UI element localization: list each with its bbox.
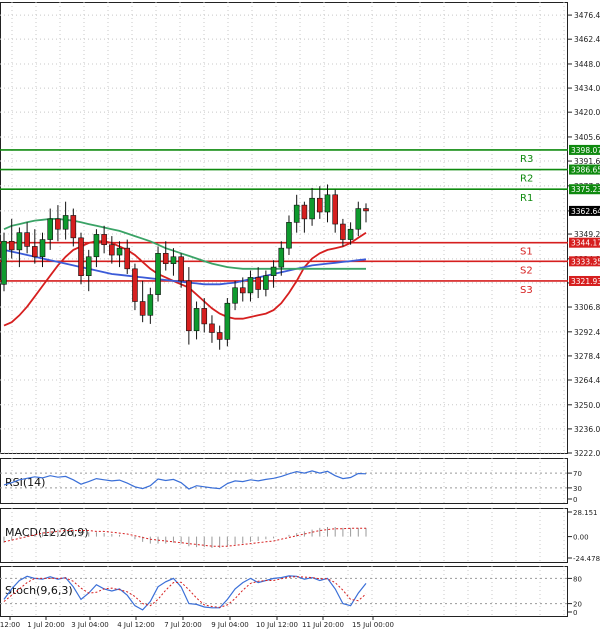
time-tick-label: 11 Jul 20:00 bbox=[302, 621, 344, 629]
candle-bear bbox=[8, 240, 15, 251]
candle-bull bbox=[309, 197, 315, 220]
candle-bear bbox=[78, 237, 84, 276]
price-tick-label: 3448.00 bbox=[574, 60, 600, 69]
level-label-s3: S3 bbox=[520, 285, 533, 296]
candle-bull bbox=[93, 234, 100, 258]
candle-bear bbox=[186, 280, 192, 332]
indicator-tick-label: -24.478 bbox=[573, 555, 600, 563]
price-tick-label: 3476.40 bbox=[574, 11, 600, 20]
candle-bear bbox=[216, 332, 223, 340]
chart-svg: R3R2R1S1S2S3 RSI(14)MACD(12,26,9)Stoch(9… bbox=[0, 0, 600, 632]
candle-bull bbox=[324, 194, 331, 213]
time-tick-label: 4 Jul 12:00 bbox=[117, 621, 155, 629]
candle-bear bbox=[124, 247, 131, 270]
candle-bull bbox=[355, 208, 362, 230]
candle-bear bbox=[139, 301, 146, 316]
time-tick-label: 12:00 bbox=[0, 621, 20, 629]
candle-bear bbox=[101, 234, 107, 246]
candle-bull bbox=[270, 266, 277, 276]
candle-bull bbox=[232, 287, 238, 304]
level-label-r2: R2 bbox=[520, 174, 533, 185]
candle-bull bbox=[286, 222, 292, 249]
candle-bull bbox=[293, 204, 300, 223]
level-tag-text: 3321.93 bbox=[571, 277, 600, 286]
indicator-tick-label: 80 bbox=[573, 575, 582, 583]
level-label-s2: S2 bbox=[520, 265, 533, 276]
candle-bear bbox=[316, 197, 323, 213]
candle-bull bbox=[193, 308, 200, 332]
candle-bull bbox=[39, 239, 46, 258]
level-tag-text: 3386.65 bbox=[571, 166, 600, 175]
time-tick-label: 7 Jul 20:00 bbox=[164, 621, 202, 629]
candle-bear bbox=[363, 208, 369, 212]
candle-bull bbox=[247, 277, 254, 294]
candle-bear bbox=[255, 277, 261, 290]
candle-bear bbox=[209, 323, 215, 333]
candle-bear bbox=[32, 246, 38, 258]
candle-bull bbox=[85, 256, 92, 276]
candle-bear bbox=[132, 268, 138, 302]
candle-bull bbox=[224, 302, 231, 340]
level-tag-text: 3375.23 bbox=[571, 185, 600, 194]
price-tick-label: 3292.40 bbox=[574, 328, 600, 337]
price-tick-label: 3222.00 bbox=[574, 449, 600, 458]
candle-bear bbox=[162, 253, 169, 264]
candle-bear bbox=[340, 223, 346, 240]
price-tick-label: 3349.20 bbox=[574, 230, 600, 239]
level-label-s1: S1 bbox=[520, 247, 533, 258]
level-label-r1: R1 bbox=[520, 193, 533, 204]
forex-chart: R3 R2 R1 S1 S2 S3 RSI(14) MACD(12,26,9) Stoch(9… bbox=[0, 0, 600, 632]
time-tick-label: 10 Jul 12:00 bbox=[256, 621, 298, 629]
time-tick-label: 15 Jul 00:00 bbox=[352, 621, 394, 629]
level-label-r3: R3 bbox=[520, 154, 533, 165]
current-price-text: 3362.64 bbox=[571, 207, 600, 216]
indicator-tick-label: 0 bbox=[573, 609, 577, 617]
indicator-tick-label: 0.00 bbox=[573, 534, 589, 542]
level-tag-text: 3398.07 bbox=[571, 146, 600, 155]
time-tick-label: 9 Jul 04:00 bbox=[211, 621, 249, 629]
indicator-tick-label: 20 bbox=[573, 601, 582, 609]
price-tick-label: 3278.40 bbox=[574, 352, 600, 361]
level-tag-text: 3344.17 bbox=[571, 239, 600, 248]
candle-bear bbox=[201, 308, 208, 325]
indicator-tick-label: 70 bbox=[573, 470, 582, 478]
candle-bear bbox=[109, 244, 115, 256]
time-tick-label: 1 Jul 20:00 bbox=[27, 621, 65, 629]
candle-bull bbox=[170, 256, 177, 264]
time-tick-label: 3 Jul 04:00 bbox=[71, 621, 109, 629]
price-tick-label: 3420.00 bbox=[574, 108, 600, 117]
candle-bear bbox=[332, 194, 338, 225]
price-tick-label: 3306.80 bbox=[574, 303, 600, 312]
candle-bear bbox=[239, 287, 246, 294]
candle-bear bbox=[70, 215, 77, 239]
price-tick-label: 3250.00 bbox=[574, 401, 600, 410]
candle-bear bbox=[301, 204, 308, 220]
candle-bull bbox=[278, 247, 285, 268]
level-tag-text: 3333.35 bbox=[571, 257, 600, 266]
candle-bear bbox=[178, 256, 184, 282]
price-tick-label: 3462.40 bbox=[574, 35, 600, 44]
candle-bull bbox=[16, 232, 23, 251]
indicator-tick-label: 28.151 bbox=[573, 509, 598, 517]
price-tags: 3398.07 3386.65 3375.23 3344.17 3333.35 3321.… bbox=[569, 144, 600, 286]
candle-bull bbox=[62, 215, 69, 230]
candle-bear bbox=[24, 232, 30, 247]
candle-bull bbox=[116, 247, 123, 256]
candle-bull bbox=[47, 218, 54, 240]
indicator-tick-label: 30 bbox=[573, 485, 582, 493]
candle-bull bbox=[347, 228, 354, 240]
price-tick-label: 3405.60 bbox=[574, 133, 600, 142]
candle-bull bbox=[263, 275, 269, 290]
candle-bull bbox=[147, 294, 154, 316]
price-tick-label: 3236.00 bbox=[574, 425, 600, 434]
price-tick-label: 3434.00 bbox=[574, 84, 600, 93]
price-tick-label: 3264.40 bbox=[574, 376, 600, 385]
indicator-tick-label: 0 bbox=[573, 496, 577, 504]
candle-bull bbox=[1, 240, 7, 285]
candle-bull bbox=[155, 253, 161, 295]
candle-bear bbox=[55, 218, 61, 230]
indicator-name: MACD(12,26,9) bbox=[5, 526, 89, 539]
